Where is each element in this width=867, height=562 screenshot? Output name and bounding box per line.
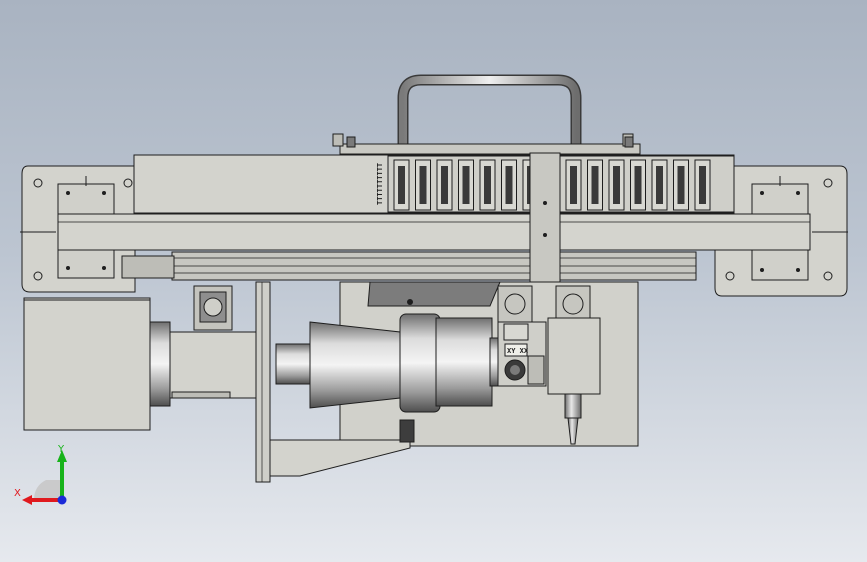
chain-link-slot [441, 166, 448, 204]
chain-link-slot [656, 166, 663, 204]
cad-model-drawing[interactable]: TTTTTTTTTT XY XX X Y [0, 0, 867, 562]
coordinate-triad: X Y [14, 444, 67, 505]
cable-chain-stamp: TTTTTTTTTT [376, 163, 384, 205]
vertical-plate [255, 281, 271, 483]
left-motor-block [23, 285, 259, 431]
gearbox-stamp: XY XX [507, 347, 529, 355]
linear-guide [121, 251, 697, 281]
chain-link-slot [699, 166, 706, 204]
chain-link-slot [634, 166, 642, 204]
carry-handle [332, 74, 641, 155]
z-slider-bracket [529, 152, 561, 287]
triad-x-label: X [14, 488, 21, 499]
chain-link-slot [591, 166, 599, 204]
triad-x-arrow-icon [22, 495, 32, 505]
chain-link-slot [570, 166, 577, 204]
chain-link-slot [505, 166, 513, 204]
chain-link-slot [398, 166, 405, 204]
cad-viewport[interactable]: TTTTTTTTTT XY XX X Y [0, 0, 867, 562]
chain-link-slot [462, 166, 470, 204]
chain-link-slot [613, 166, 620, 204]
cross-rail [20, 213, 848, 251]
chain-link-slot [484, 166, 491, 204]
triad-y-label: Y [57, 444, 65, 455]
triad-z-axis-icon [57, 495, 67, 505]
main-beam: TTTTTTTTTT [133, 154, 735, 214]
chain-link-slot [677, 166, 685, 204]
gearbox: XY XX [497, 321, 547, 387]
chain-link-slot [419, 166, 427, 204]
